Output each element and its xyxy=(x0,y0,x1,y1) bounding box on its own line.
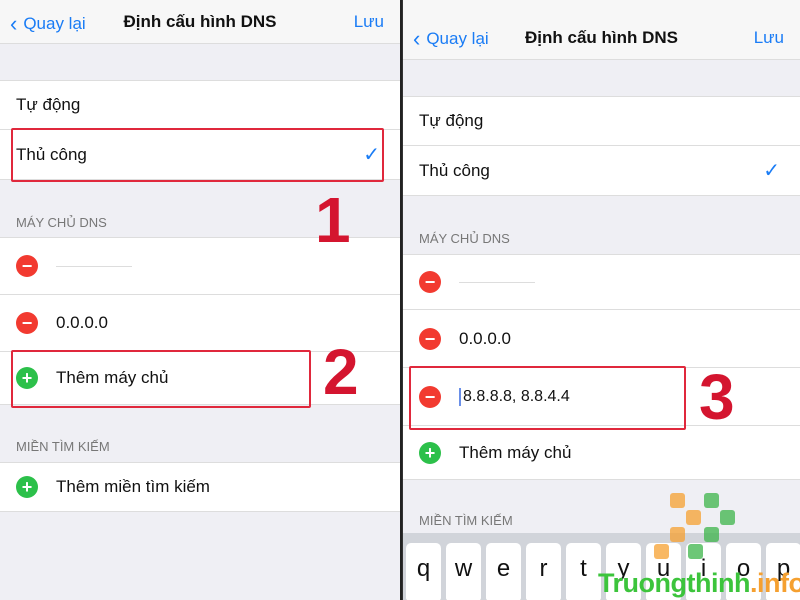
server-value xyxy=(459,281,535,283)
section-header-search: MIỀN TÌM KIẾM xyxy=(419,513,513,528)
section-header-dns: MÁY CHỦ DNS xyxy=(16,215,107,230)
add-server-button[interactable]: + Thêm máy chủ xyxy=(403,426,800,480)
option-auto[interactable]: Tự động xyxy=(403,96,800,146)
option-label: Thủ công xyxy=(419,160,490,180)
key-r[interactable]: r xyxy=(526,543,561,600)
highlight-box xyxy=(11,128,384,182)
key-w[interactable]: w xyxy=(446,543,481,600)
dns-server-row[interactable]: −0.0.0.0 xyxy=(403,310,800,368)
option-label: Tự động xyxy=(419,111,484,130)
checkmark-icon: ✓ xyxy=(763,160,780,182)
remove-icon[interactable]: − xyxy=(16,255,38,277)
add-icon: + xyxy=(419,441,441,464)
option-manual[interactable]: Thủ công ✓ xyxy=(403,146,800,196)
option-label: Tự động xyxy=(16,95,81,114)
nav-bar: ‹ Quay lại Định cấu hình DNS Lưu xyxy=(0,0,400,44)
option-auto[interactable]: Tự động xyxy=(0,80,400,130)
step-number: 2 xyxy=(323,336,359,408)
section-header-dns: MÁY CHỦ DNS xyxy=(419,231,510,246)
server-value: 0.0.0.0 xyxy=(459,328,511,348)
remove-icon[interactable]: − xyxy=(16,312,38,334)
key-e[interactable]: e xyxy=(486,543,521,600)
add-domain-button[interactable]: + Thêm miền tìm kiếm xyxy=(0,462,400,512)
right-screen: ‹ Quay lại Định cấu hình DNS Lưu Tự động … xyxy=(402,0,800,600)
step-number: 3 xyxy=(699,361,735,433)
section-header-search: MIỀN TÌM KIẾM xyxy=(16,439,110,454)
nav-bar: ‹ Quay lại Định cấu hình DNS Lưu xyxy=(403,0,800,60)
add-domain-label: Thêm miền tìm kiếm xyxy=(56,477,210,496)
remove-icon[interactable]: − xyxy=(419,327,441,350)
server-value xyxy=(56,265,132,267)
key-q[interactable]: q xyxy=(406,543,441,600)
highlight-box xyxy=(409,366,686,430)
add-server-label: Thêm máy chủ xyxy=(459,442,572,462)
page-title: Định cấu hình DNS xyxy=(123,12,277,31)
left-screen: ‹ Quay lại Định cấu hình DNS Lưu Tự động … xyxy=(0,0,400,600)
dns-server-row[interactable]: − xyxy=(403,254,800,310)
step-number: 1 xyxy=(315,184,351,256)
watermark-text: Truongthinh.info xyxy=(598,568,800,598)
key-t[interactable]: t xyxy=(566,543,601,600)
remove-icon[interactable]: − xyxy=(419,271,441,293)
server-value: 0.0.0.0 xyxy=(56,313,108,332)
page-title: Định cấu hình DNS xyxy=(525,28,678,47)
highlight-box xyxy=(11,350,311,408)
save-button[interactable]: Lưu xyxy=(354,12,384,32)
save-button[interactable]: Lưu xyxy=(754,28,784,48)
add-icon: + xyxy=(16,476,38,498)
